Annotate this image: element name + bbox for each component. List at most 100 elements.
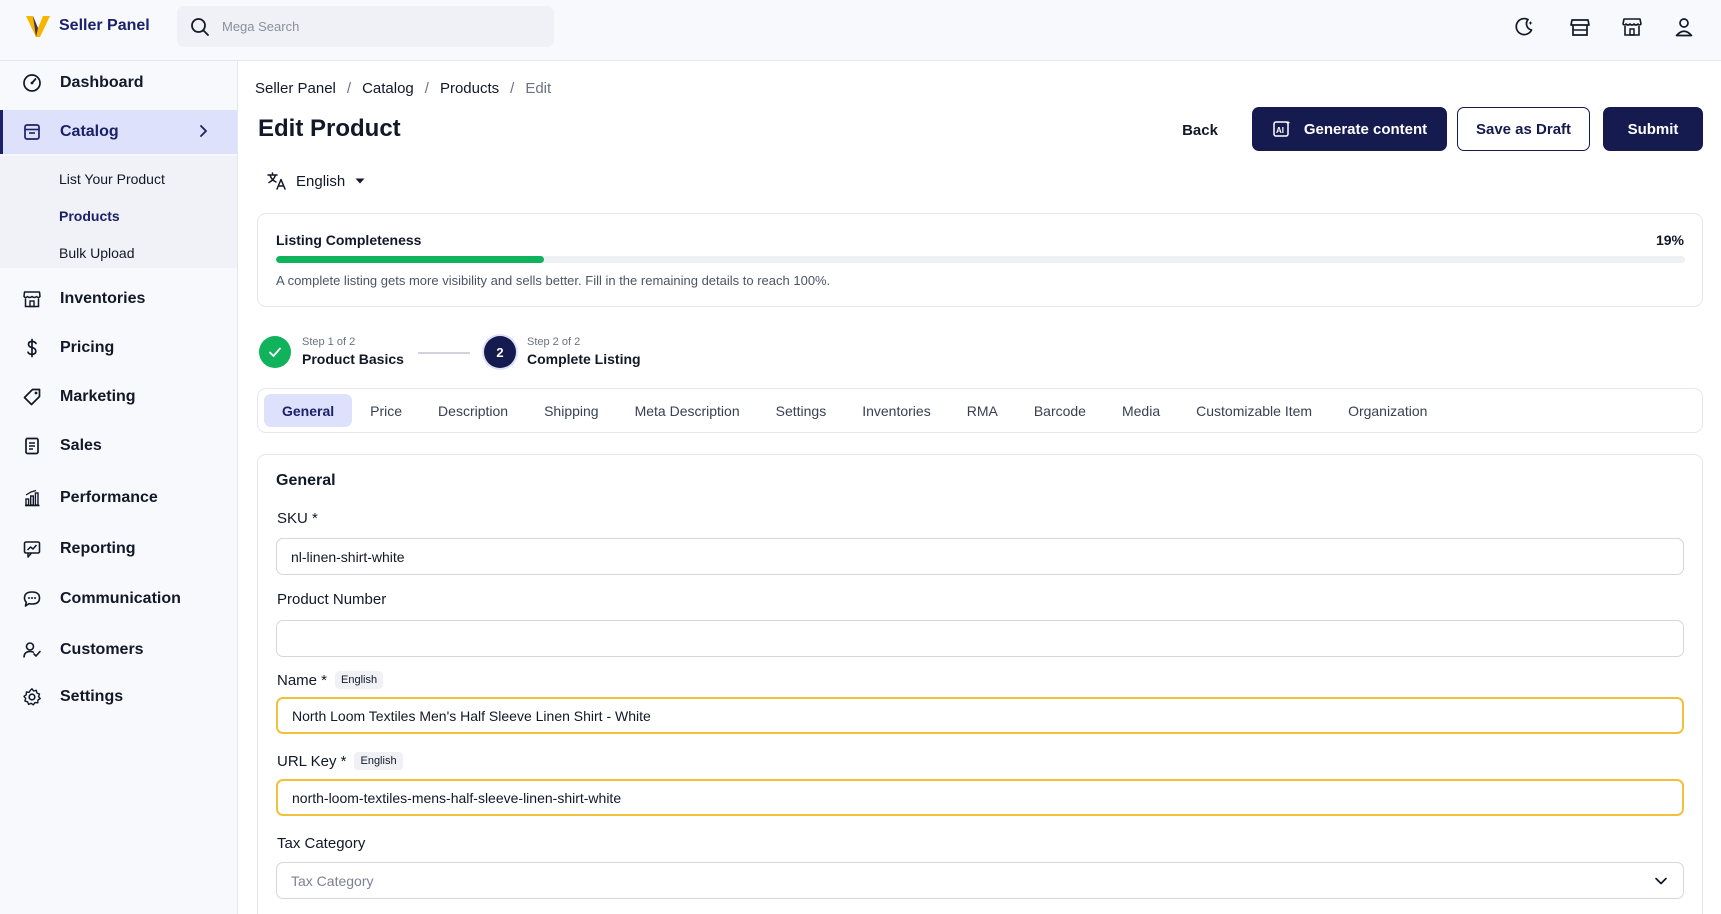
step-complete-icon	[259, 336, 291, 368]
brand-name: Seller Panel	[59, 17, 150, 34]
url-key-field[interactable]	[276, 779, 1684, 816]
submenu-item-products[interactable]: Products	[59, 208, 120, 224]
page-title: Edit Product	[258, 115, 401, 142]
step-1-caption: Step 1 of 2	[302, 336, 356, 348]
sidebar-item-label: Catalog	[60, 123, 119, 140]
tab-rma[interactable]: RMA	[949, 394, 1016, 427]
sidebar-item-label: Dashboard	[60, 74, 144, 91]
customers-icon	[22, 640, 42, 660]
generate-content-label: Generate content	[1303, 120, 1428, 138]
sidebar-item-label: Customers	[60, 641, 144, 658]
sidebar-item-dashboard[interactable]: Dashboard	[0, 61, 237, 105]
name-label-text: Name *	[277, 671, 328, 689]
sidebar-item-customers[interactable]: Customers	[0, 628, 237, 672]
tab-settings[interactable]: Settings	[758, 394, 845, 427]
stepper: Step 1 of 2 Product Basics 2 Step 2 of 2…	[259, 336, 679, 376]
tab-barcode[interactable]: Barcode	[1016, 394, 1104, 427]
step-2-number: 2	[484, 336, 516, 368]
brand[interactable]: Seller Panel	[25, 13, 150, 39]
sku-field[interactable]	[276, 538, 1684, 575]
sidebar-item-settings[interactable]: Settings	[0, 675, 237, 719]
search-icon	[190, 17, 210, 37]
completeness-percent: 19%	[1655, 232, 1684, 248]
step-1-label: Product Basics	[302, 351, 404, 367]
tax-category-select[interactable]: Tax Category	[276, 862, 1684, 899]
section-title: General	[276, 472, 336, 489]
tab-general[interactable]: General	[264, 394, 353, 427]
sidebar-item-sales[interactable]: Sales	[0, 424, 237, 468]
search-input[interactable]	[222, 19, 522, 34]
breadcrumb-seller-panel[interactable]: Seller Panel	[255, 80, 336, 97]
form-tabs: General Price Description Shipping Meta …	[257, 388, 1703, 433]
completeness-hint: A complete listing gets more visibility …	[276, 273, 831, 288]
language-selector[interactable]: English	[266, 170, 367, 192]
performance-icon	[22, 488, 42, 508]
language-badge: English	[354, 752, 403, 770]
completeness-title: Listing Completeness	[276, 232, 422, 248]
generate-content-button[interactable]: AI Generate content	[1252, 107, 1447, 151]
search-bar[interactable]	[177, 6, 554, 47]
sidebar-item-reporting[interactable]: Reporting	[0, 527, 237, 571]
breadcrumb-catalog[interactable]: Catalog	[362, 80, 414, 97]
sidebar-item-label: Pricing	[60, 339, 115, 356]
sidebar-item-communication[interactable]: Communication	[0, 577, 237, 621]
sidebar-item-inventories[interactable]: Inventories	[0, 277, 237, 321]
tab-organization[interactable]: Organization	[1330, 394, 1445, 427]
tab-customizable-item[interactable]: Customizable Item	[1178, 394, 1330, 427]
tab-inventories[interactable]: Inventories	[844, 394, 948, 427]
store-icon[interactable]	[1620, 15, 1644, 39]
breadcrumb-separator: /	[510, 80, 515, 97]
sku-label: SKU *	[277, 510, 318, 527]
tax-category-placeholder: Tax Category	[291, 872, 374, 889]
save-draft-button[interactable]: Save as Draft	[1457, 107, 1590, 151]
theme-toggle-icon[interactable]	[1512, 15, 1536, 39]
step-connector	[418, 352, 470, 354]
sidebar: Dashboard Catalog List Your Product Prod…	[0, 61, 238, 914]
submenu-item-list-product[interactable]: List Your Product	[59, 171, 165, 187]
completeness-progress-fill	[276, 256, 544, 263]
general-form: General SKU * Product Number Name * Engl…	[257, 454, 1703, 914]
inventories-icon	[22, 289, 42, 309]
step-2-caption: Step 2 of 2	[527, 336, 581, 348]
breadcrumb-edit: Edit	[525, 80, 552, 97]
sidebar-item-label: Settings	[60, 688, 124, 705]
chevron-right-icon	[195, 123, 211, 139]
tab-shipping[interactable]: Shipping	[526, 394, 617, 427]
storefront-icon[interactable]	[1568, 15, 1592, 39]
sidebar-item-catalog[interactable]: Catalog	[0, 110, 237, 154]
listing-completeness-card: Listing Completeness 19% A complete list…	[257, 213, 1703, 307]
tag-icon	[22, 387, 42, 407]
tab-price[interactable]: Price	[352, 394, 420, 427]
sidebar-item-marketing[interactable]: Marketing	[0, 375, 237, 419]
sidebar-item-label: Marketing	[60, 388, 136, 405]
dashboard-icon	[22, 73, 42, 93]
logo-icon	[25, 13, 51, 39]
sidebar-item-label: Sales	[60, 437, 102, 454]
sku-label-text: SKU *	[277, 510, 318, 527]
completeness-progress-track	[276, 256, 1685, 263]
url-key-label: URL Key * English	[277, 752, 403, 770]
step-2-label: Complete Listing	[527, 351, 641, 367]
catalog-submenu: List Your Product Products Bulk Upload	[0, 156, 237, 268]
tab-description[interactable]: Description	[420, 394, 526, 427]
breadcrumb-products[interactable]: Products	[440, 80, 499, 97]
reporting-icon	[22, 539, 42, 559]
user-icon[interactable]	[1672, 15, 1696, 39]
product-number-field[interactable]	[276, 620, 1684, 657]
back-button[interactable]: Back	[1172, 107, 1228, 153]
ai-icon: AI	[1272, 119, 1292, 139]
sidebar-item-label: Performance	[60, 489, 158, 506]
submit-button[interactable]: Submit	[1603, 107, 1703, 151]
name-label: Name * English	[277, 671, 384, 689]
sidebar-item-pricing[interactable]: Pricing	[0, 326, 237, 370]
tab-media[interactable]: Media	[1104, 394, 1178, 427]
sidebar-item-performance[interactable]: Performance	[0, 476, 237, 520]
breadcrumb-separator: /	[424, 80, 429, 97]
sidebar-item-label: Inventories	[60, 290, 146, 307]
url-key-label-text: URL Key *	[277, 752, 347, 770]
tab-meta-description[interactable]: Meta Description	[617, 394, 758, 427]
chat-icon	[22, 589, 42, 609]
name-field[interactable]	[276, 697, 1684, 734]
submenu-item-bulk-upload[interactable]: Bulk Upload	[59, 245, 135, 261]
sidebar-item-label: Communication	[60, 590, 181, 607]
